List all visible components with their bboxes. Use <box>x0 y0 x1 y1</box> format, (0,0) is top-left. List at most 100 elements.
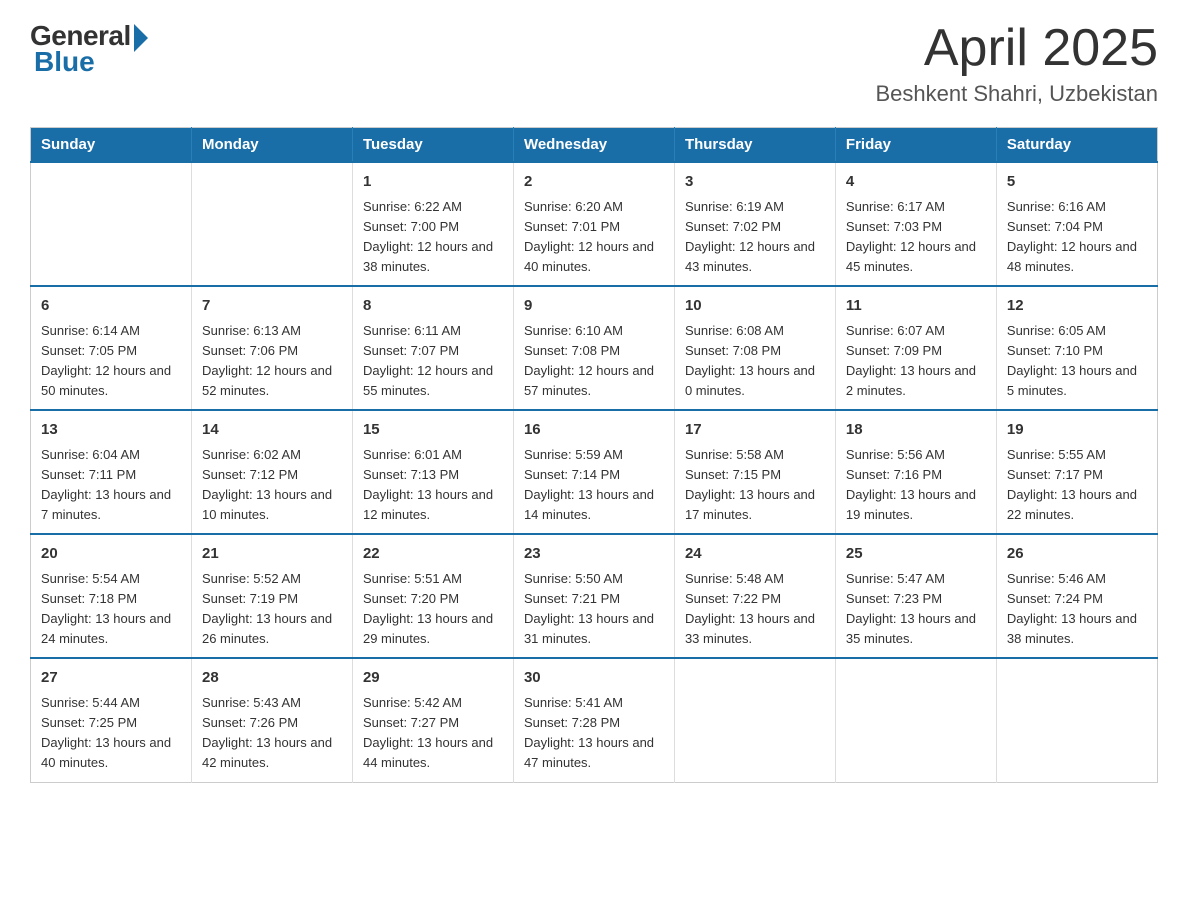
day-number: 14 <box>202 419 342 442</box>
calendar-cell: 11Sunrise: 6:07 AM Sunset: 7:09 PM Dayli… <box>835 286 996 410</box>
calendar-cell: 25 Sunrise: 5:47 AM Sunset: 7:23 PM Dayli… <box>835 534 996 658</box>
calendar-cell: 20 Sunrise: 5:54 AM Sunset: 7:18 PM Dayli… <box>31 534 192 658</box>
calendar-week-row: 20 Sunrise: 5:54 AM Sunset: 7:18 PM Dayli… <box>31 534 1158 658</box>
day-number: 30 <box>524 667 664 690</box>
day-number: 28 <box>202 667 342 690</box>
calendar-week-row: 13 Sunrise: 6:04 AM Sunset: 7:11 PM Dayli… <box>31 410 1158 534</box>
calendar-cell: 7 Sunrise: 6:13 AM Sunset: 7:06 PM Daylig… <box>191 286 352 410</box>
day-of-week-header: Wednesday <box>513 128 674 163</box>
day-info: Sunrise: 5:56 AM Sunset: 7:16 PM Dayligh… <box>846 445 986 526</box>
day-info: Sunrise: 5:50 AM Sunset: 7:21 PM Dayligh… <box>524 569 664 650</box>
page-subtitle: Beshkent Shahri, Uzbekistan <box>876 81 1159 107</box>
day-of-week-header: Friday <box>835 128 996 163</box>
day-info: Sunrise: 5:52 AM Sunset: 7:19 PM Dayligh… <box>202 569 342 650</box>
logo-arrow-icon <box>134 24 148 52</box>
logo: General Blue <box>30 20 148 78</box>
calendar-cell: 4Sunrise: 6:17 AM Sunset: 7:03 PM Daylig… <box>835 162 996 286</box>
calendar-table: SundayMondayTuesdayWednesdayThursdayFrid… <box>30 127 1158 782</box>
calendar-week-row: 27 Sunrise: 5:44 AM Sunset: 7:25 PM Dayli… <box>31 658 1158 782</box>
day-info: Sunrise: 6:20 AM Sunset: 7:01 PM Dayligh… <box>524 197 664 278</box>
day-info: Sunrise: 5:43 AM Sunset: 7:26 PM Dayligh… <box>202 693 342 774</box>
day-info: Sunrise: 5:59 AM Sunset: 7:14 PM Dayligh… <box>524 445 664 526</box>
day-info: Sunrise: 6:05 AM Sunset: 7:10 PM Dayligh… <box>1007 321 1147 402</box>
day-number: 18 <box>846 419 986 442</box>
calendar-cell: 12 Sunrise: 6:05 AM Sunset: 7:10 PM Dayli… <box>996 286 1157 410</box>
calendar-cell: 9 Sunrise: 6:10 AM Sunset: 7:08 PM Daylig… <box>513 286 674 410</box>
day-number: 21 <box>202 543 342 566</box>
day-info: Sunrise: 6:11 AM Sunset: 7:07 PM Dayligh… <box>363 321 503 402</box>
day-info: Sunrise: 5:58 AM Sunset: 7:15 PM Dayligh… <box>685 445 825 526</box>
day-info: Sunrise: 6:10 AM Sunset: 7:08 PM Dayligh… <box>524 321 664 402</box>
day-number: 26 <box>1007 543 1147 566</box>
logo-blue-text: Blue <box>34 46 95 78</box>
day-info: Sunrise: 5:48 AM Sunset: 7:22 PM Dayligh… <box>685 569 825 650</box>
calendar-cell: 30 Sunrise: 5:41 AM Sunset: 7:28 PM Dayli… <box>513 658 674 782</box>
day-info: Sunrise: 5:47 AM Sunset: 7:23 PM Dayligh… <box>846 569 986 650</box>
day-number: 12 <box>1007 295 1147 318</box>
calendar-cell: 13 Sunrise: 6:04 AM Sunset: 7:11 PM Dayli… <box>31 410 192 534</box>
calendar-cell: 5 Sunrise: 6:16 AM Sunset: 7:04 PM Daylig… <box>996 162 1157 286</box>
day-info: Sunrise: 6:19 AM Sunset: 7:02 PM Dayligh… <box>685 197 825 278</box>
day-info: Sunrise: 5:44 AM Sunset: 7:25 PM Dayligh… <box>41 693 181 774</box>
day-number: 11 <box>846 295 986 318</box>
calendar-cell <box>674 658 835 782</box>
day-number: 25 <box>846 543 986 566</box>
calendar-cell: 8 Sunrise: 6:11 AM Sunset: 7:07 PM Daylig… <box>352 286 513 410</box>
day-of-week-header: Saturday <box>996 128 1157 163</box>
calendar-cell: 18 Sunrise: 5:56 AM Sunset: 7:16 PM Dayli… <box>835 410 996 534</box>
title-section: April 2025 Beshkent Shahri, Uzbekistan <box>876 20 1159 107</box>
day-number: 22 <box>363 543 503 566</box>
day-number: 2 <box>524 171 664 194</box>
day-number: 7 <box>202 295 342 318</box>
day-info: Sunrise: 5:42 AM Sunset: 7:27 PM Dayligh… <box>363 693 503 774</box>
day-of-week-header: Monday <box>191 128 352 163</box>
calendar-cell: 28 Sunrise: 5:43 AM Sunset: 7:26 PM Dayli… <box>191 658 352 782</box>
day-number: 13 <box>41 419 181 442</box>
day-info: Sunrise: 6:04 AM Sunset: 7:11 PM Dayligh… <box>41 445 181 526</box>
calendar-cell: 21 Sunrise: 5:52 AM Sunset: 7:19 PM Dayli… <box>191 534 352 658</box>
calendar-cell: 19 Sunrise: 5:55 AM Sunset: 7:17 PM Dayli… <box>996 410 1157 534</box>
day-number: 8 <box>363 295 503 318</box>
calendar-cell <box>191 162 352 286</box>
calendar-cell <box>31 162 192 286</box>
calendar-cell <box>996 658 1157 782</box>
day-info: Sunrise: 6:16 AM Sunset: 7:04 PM Dayligh… <box>1007 197 1147 278</box>
calendar-cell: 24 Sunrise: 5:48 AM Sunset: 7:22 PM Dayli… <box>674 534 835 658</box>
day-info: Sunrise: 6:13 AM Sunset: 7:06 PM Dayligh… <box>202 321 342 402</box>
day-number: 29 <box>363 667 503 690</box>
day-info: Sunrise: 6:22 AM Sunset: 7:00 PM Dayligh… <box>363 197 503 278</box>
day-info: Sunrise: 5:54 AM Sunset: 7:18 PM Dayligh… <box>41 569 181 650</box>
day-number: 24 <box>685 543 825 566</box>
calendar-cell: 10 Sunrise: 6:08 AM Sunset: 7:08 PM Dayli… <box>674 286 835 410</box>
day-number: 27 <box>41 667 181 690</box>
calendar-cell: 23 Sunrise: 5:50 AM Sunset: 7:21 PM Dayli… <box>513 534 674 658</box>
calendar-week-row: 6 Sunrise: 6:14 AM Sunset: 7:05 PM Daylig… <box>31 286 1158 410</box>
day-info: Sunrise: 5:41 AM Sunset: 7:28 PM Dayligh… <box>524 693 664 774</box>
calendar-week-row: 1 Sunrise: 6:22 AM Sunset: 7:00 PM Daylig… <box>31 162 1158 286</box>
calendar-cell: 26 Sunrise: 5:46 AM Sunset: 7:24 PM Dayli… <box>996 534 1157 658</box>
day-info: Sunrise: 6:08 AM Sunset: 7:08 PM Dayligh… <box>685 321 825 402</box>
day-number: 17 <box>685 419 825 442</box>
calendar-cell: 27 Sunrise: 5:44 AM Sunset: 7:25 PM Dayli… <box>31 658 192 782</box>
day-number: 19 <box>1007 419 1147 442</box>
day-number: 5 <box>1007 171 1147 194</box>
calendar-cell: 29 Sunrise: 5:42 AM Sunset: 7:27 PM Dayli… <box>352 658 513 782</box>
day-number: 9 <box>524 295 664 318</box>
calendar-cell: 2 Sunrise: 6:20 AM Sunset: 7:01 PM Daylig… <box>513 162 674 286</box>
day-number: 15 <box>363 419 503 442</box>
calendar-cell: 3 Sunrise: 6:19 AM Sunset: 7:02 PM Daylig… <box>674 162 835 286</box>
day-number: 6 <box>41 295 181 318</box>
day-number: 10 <box>685 295 825 318</box>
day-number: 16 <box>524 419 664 442</box>
day-number: 20 <box>41 543 181 566</box>
calendar-cell: 22Sunrise: 5:51 AM Sunset: 7:20 PM Dayli… <box>352 534 513 658</box>
day-number: 1 <box>363 171 503 194</box>
day-info: Sunrise: 6:02 AM Sunset: 7:12 PM Dayligh… <box>202 445 342 526</box>
day-info: Sunrise: 5:46 AM Sunset: 7:24 PM Dayligh… <box>1007 569 1147 650</box>
day-info: Sunrise: 6:01 AM Sunset: 7:13 PM Dayligh… <box>363 445 503 526</box>
day-number: 23 <box>524 543 664 566</box>
page-title: April 2025 <box>876 20 1159 77</box>
day-number: 3 <box>685 171 825 194</box>
day-info: Sunrise: 6:14 AM Sunset: 7:05 PM Dayligh… <box>41 321 181 402</box>
day-info: Sunrise: 5:55 AM Sunset: 7:17 PM Dayligh… <box>1007 445 1147 526</box>
